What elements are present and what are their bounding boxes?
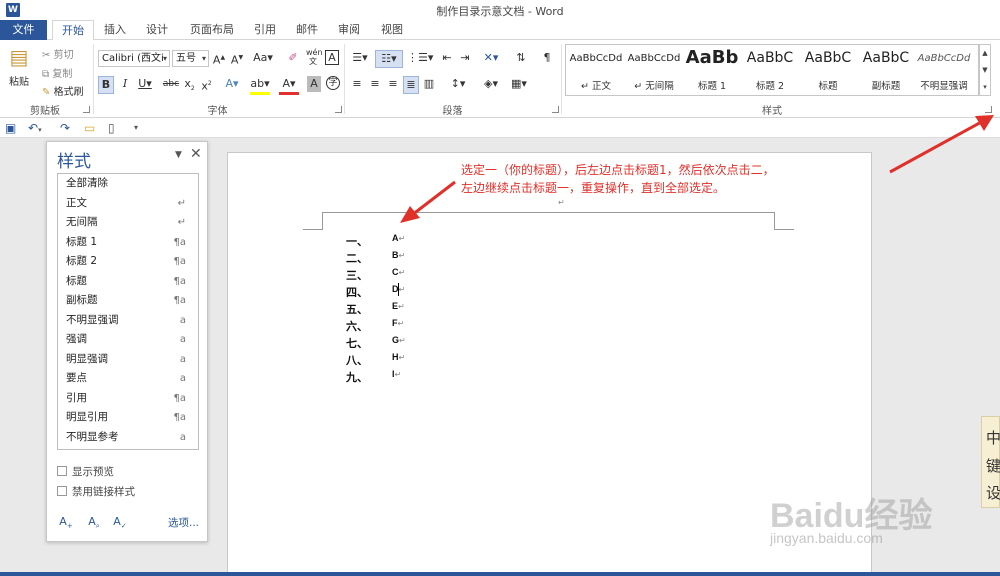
style-item-label: 明显引用	[66, 411, 108, 423]
close-icon[interactable]: ✕	[190, 146, 202, 162]
new-style-icon[interactable]: A+	[57, 513, 75, 531]
style-type-icon: a	[179, 334, 186, 345]
styles-pane: 样式 ▼ ✕ 全部清除 正文 ↵ 无间隔 ↵ 标题 1 ¶a 标题 2 ¶a 标题 ¶a …	[46, 141, 208, 542]
style-type-icon: ¶a	[173, 392, 187, 404]
checkbox-icon	[57, 466, 67, 476]
side-panel-char: 键	[986, 457, 1000, 475]
style-item-no-spacing[interactable]: 无间隔 ↵	[58, 213, 198, 232]
style-item-subtle-emphasis[interactable]: 不明显强调 a	[58, 311, 198, 330]
style-item-subtle-reference[interactable]: 不明显参考 a	[58, 428, 198, 447]
style-inspector-icon[interactable]: A⌕	[85, 513, 103, 531]
manage-styles-icon[interactable]: A✓	[111, 513, 129, 531]
arrow-to-styles-launcher	[889, 118, 986, 174]
style-item-normal[interactable]: 正文 ↵	[58, 194, 198, 213]
styles-pane-title: 样式	[57, 152, 91, 172]
style-type-icon: ¶a	[173, 236, 187, 248]
disable-linked-styles-checkbox[interactable]: 禁用链接样式	[57, 485, 135, 499]
style-item-intense-emphasis[interactable]: 明显强调 a	[58, 350, 198, 369]
checkbox-icon	[57, 486, 67, 496]
arrow-head-icon	[400, 206, 420, 223]
style-item-label: 明显强调	[66, 352, 108, 365]
style-type-icon: a	[179, 431, 186, 443]
style-item-quote[interactable]: 引用 ¶a	[58, 389, 198, 408]
watermark-url: jingyan.baidu.com	[770, 530, 883, 546]
side-ime-panel[interactable]: 中 键 设	[981, 416, 1000, 508]
style-item-clear-all[interactable]: 全部清除	[58, 174, 198, 193]
style-item-intense-quote[interactable]: 明显引用 ¶a	[58, 408, 198, 427]
style-item-subtitle[interactable]: 副标题 ¶a	[58, 291, 198, 310]
style-type-icon: ↵	[177, 217, 186, 228]
style-item-strong[interactable]: 要点 a	[58, 369, 198, 388]
style-item-label: 强调	[66, 333, 87, 345]
style-item-label: 不明显强调	[66, 313, 119, 326]
style-type-icon: a	[179, 373, 186, 384]
style-list: 全部清除 正文 ↵ 无间隔 ↵ 标题 1 ¶a 标题 2 ¶a 标题 ¶a 副标题 ¶a 不…	[57, 173, 199, 450]
style-item-label: 标题 2	[66, 255, 98, 267]
show-preview-label: 显示预览	[72, 466, 114, 478]
style-item-emphasis[interactable]: 强调 a	[58, 330, 198, 349]
style-item-title[interactable]: 标题 ¶a	[58, 272, 198, 291]
style-item-heading-1[interactable]: 标题 1 ¶a	[58, 233, 198, 252]
style-item-label: 不明显参考	[66, 430, 119, 443]
style-item-label: 引用	[66, 391, 87, 404]
style-item-label: 全部清除	[66, 177, 108, 189]
options-link[interactable]: 选项...	[168, 515, 199, 530]
side-panel-char: 中	[986, 429, 1000, 447]
style-type-icon: ¶a	[173, 275, 187, 287]
style-item-label: 标题	[66, 274, 87, 287]
pane-menu-chevron-icon[interactable]: ▼	[175, 150, 182, 160]
style-type-icon: a	[179, 314, 186, 326]
style-type-icon: ¶a	[173, 256, 187, 267]
style-item-label: 副标题	[66, 294, 98, 306]
disable-linked-styles-label: 禁用链接样式	[72, 486, 135, 498]
style-item-label: 无间隔	[66, 216, 98, 228]
style-type-icon: ¶a	[173, 295, 187, 306]
style-type-icon: ↵	[177, 197, 186, 209]
style-item-label: 正文	[66, 196, 87, 209]
side-panel-char: 设	[986, 484, 1000, 502]
status-bar	[0, 572, 1000, 576]
style-type-icon: a	[179, 353, 186, 365]
style-item-label: 要点	[66, 372, 87, 384]
style-type-icon: ¶a	[173, 412, 187, 423]
style-item-label: 标题 1	[66, 235, 98, 248]
style-item-heading-2[interactable]: 标题 2 ¶a	[58, 252, 198, 271]
show-preview-checkbox[interactable]: 显示预览	[57, 465, 114, 479]
